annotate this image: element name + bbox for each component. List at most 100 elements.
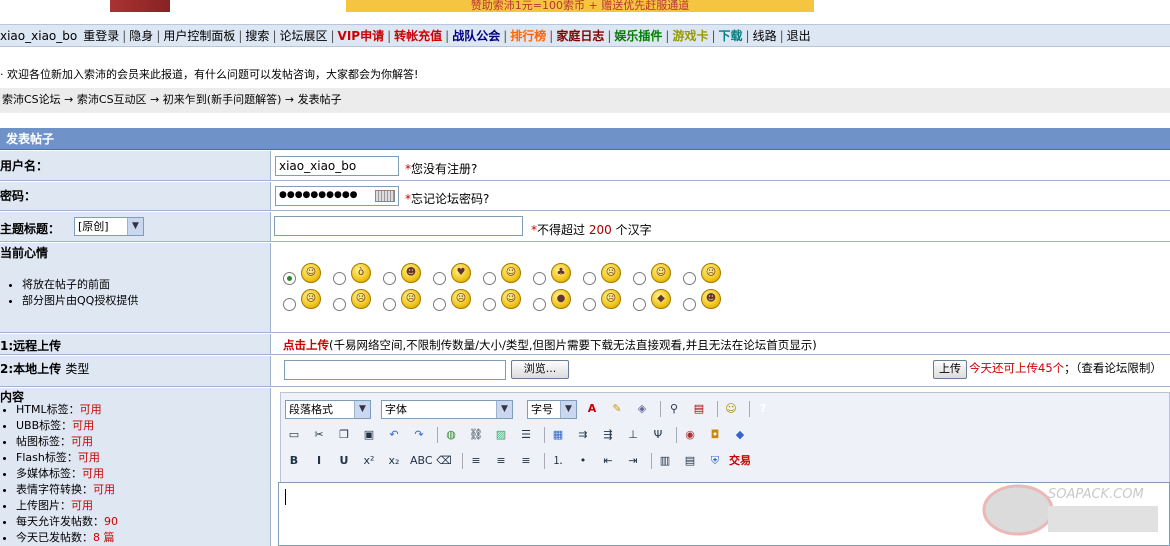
undo-icon[interactable]: ↶ [385, 426, 403, 444]
sponsor-ad-banner[interactable]: 赞助索沛1元=100索币 + 赠送优先赶服通道 [346, 0, 814, 12]
mood-radio[interactable] [483, 272, 496, 285]
align-center-icon[interactable]: ≡ [492, 452, 510, 470]
font-color-icon[interactable]: A [583, 400, 601, 418]
mood-radio[interactable] [633, 272, 646, 285]
subscript-icon[interactable]: x₂ [385, 452, 403, 470]
emoticon-icon[interactable]: ● [551, 289, 571, 309]
emoticon-icon[interactable]: ☹ [351, 289, 371, 309]
underline-icon[interactable]: U [335, 452, 353, 470]
find-icon[interactable]: ⚲ [665, 400, 683, 418]
username-input[interactable] [275, 156, 399, 176]
media-icon[interactable]: ◉ [681, 426, 699, 444]
nav-item[interactable]: xiao_xiao_bo [0, 29, 80, 43]
mood-radio[interactable] [683, 272, 696, 285]
nav-item[interactable]: 退出 [784, 27, 814, 44]
unordered-list-icon[interactable]: • [574, 452, 592, 470]
nav-item[interactable]: 用户控制面板 [160, 27, 238, 44]
clear-format-icon[interactable]: ◈ [633, 400, 651, 418]
file-path-input[interactable] [284, 360, 506, 380]
nav-item[interactable]: 游戏卡 [669, 27, 711, 44]
insert-rule-icon[interactable]: ☰ [517, 426, 535, 444]
font-size-select[interactable]: 字号 ▼ [527, 400, 577, 419]
outdent-icon[interactable]: ⇤ [599, 452, 617, 470]
paragraph-format-select[interactable]: 段落格式 ▼ [285, 400, 371, 419]
replace-icon[interactable]: ▤ [690, 400, 708, 418]
insert-link-icon[interactable]: ◍ [442, 426, 460, 444]
insert-column-icon[interactable]: ⇶ [599, 426, 617, 444]
eraser-icon[interactable]: ⌫ [435, 452, 453, 470]
unlink-icon[interactable]: ⛓ [467, 426, 485, 444]
strikethrough-icon[interactable]: ABC [410, 452, 433, 470]
insert-image-icon[interactable]: ▨ [492, 426, 510, 444]
superscript-icon[interactable]: x² [360, 452, 378, 470]
indent-icon[interactable]: ⇥ [624, 452, 642, 470]
nav-item[interactable]: 家庭日志 [553, 27, 607, 44]
mood-radio[interactable] [533, 298, 546, 311]
bold-icon[interactable]: B [285, 452, 303, 470]
paste-icon[interactable]: ▣ [360, 426, 378, 444]
nav-item[interactable]: 排行榜 [507, 27, 549, 44]
keyboard-icon[interactable] [375, 190, 395, 202]
nav-item[interactable]: 重登录 [80, 27, 122, 44]
font-family-select[interactable]: 字体 ▼ [381, 400, 513, 419]
nav-item[interactable]: 娱乐插件 [611, 27, 665, 44]
insert-table-icon[interactable]: ▦ [549, 426, 567, 444]
emoticon-icon[interactable]: ♥ [451, 263, 471, 283]
nav-item[interactable]: 转帐充值 [391, 27, 445, 44]
username-hint[interactable]: *您没有注册? [405, 160, 477, 177]
page-break-icon[interactable]: ▥ [656, 452, 674, 470]
mood-radio[interactable] [583, 272, 596, 285]
mood-radio[interactable] [633, 298, 646, 311]
nav-item[interactable]: VIP申请 [335, 27, 388, 44]
help-icon[interactable]: ? [754, 400, 772, 418]
nav-item[interactable]: 下载 [716, 27, 746, 44]
redo-icon[interactable]: ↷ [410, 426, 428, 444]
mood-radio[interactable] [283, 298, 296, 311]
mood-radio[interactable] [383, 298, 396, 311]
nav-item[interactable]: 搜索 [242, 27, 272, 44]
trade-icon[interactable]: ⛨ [706, 452, 724, 470]
emoticon-icon[interactable]: ☹ [601, 289, 621, 309]
insert-row-icon[interactable]: ⇉ [574, 426, 592, 444]
merge-cell-icon[interactable]: Ψ [649, 426, 667, 444]
emoticon-icon[interactable]: ò [351, 263, 371, 283]
emoticon-icon[interactable]: ☺ [301, 263, 321, 283]
remote-upload-link[interactable]: 点击上传 [283, 338, 329, 352]
nav-item[interactable]: 线路 [750, 27, 780, 44]
quote-icon[interactable]: ◆ [731, 426, 749, 444]
mood-radio[interactable] [433, 298, 446, 311]
nav-item[interactable]: 论坛展区 [276, 27, 330, 44]
cut-icon[interactable]: ✂ [310, 426, 328, 444]
mood-radio[interactable] [583, 298, 596, 311]
italic-icon[interactable]: I [310, 452, 328, 470]
emoticon-icon[interactable]: ☹ [601, 263, 621, 283]
mood-radio[interactable] [433, 272, 446, 285]
emoticon-icon[interactable]: ☺ [501, 263, 521, 283]
emoticon-icon[interactable]: ☻ [701, 289, 721, 309]
breadcrumb-section[interactable]: → 索沛CS互动区 [64, 93, 146, 106]
nav-item[interactable]: 隐身 [126, 27, 156, 44]
emoticon-icon[interactable]: ☻ [401, 263, 421, 283]
mood-radio[interactable] [383, 272, 396, 285]
emoticon-icon[interactable]: ☹ [451, 289, 471, 309]
trade-button[interactable]: 交易 [725, 452, 755, 470]
ordered-list-icon[interactable]: ⒈ [549, 452, 567, 470]
breadcrumb-board[interactable]: → 初来乍到(新手问题解答) [150, 93, 281, 106]
mood-radio[interactable] [333, 298, 346, 311]
breadcrumb-forum[interactable]: 索沛CS论坛 [2, 93, 61, 106]
emoticon-icon[interactable]: ☺ [501, 289, 521, 309]
password-hint[interactable]: *忘记论坛密码? [405, 190, 489, 207]
split-cell-icon[interactable]: ⊥ [624, 426, 642, 444]
emoticon-icon[interactable]: ☹ [301, 289, 321, 309]
emoticon-icon[interactable]: ◆ [651, 289, 671, 309]
emoticon-icon[interactable]: ☺ [651, 263, 671, 283]
flash-icon[interactable]: ◘ [706, 426, 724, 444]
copy-icon[interactable]: ❐ [335, 426, 353, 444]
mood-radio[interactable] [483, 298, 496, 311]
emoticon-icon[interactable]: ♣ [551, 263, 571, 283]
template-icon[interactable]: ▤ [681, 452, 699, 470]
emoticon-icon[interactable]: ☹ [401, 289, 421, 309]
subject-input[interactable] [274, 216, 523, 236]
source-mode-icon[interactable]: ▭ [285, 426, 303, 444]
align-left-icon[interactable]: ≡ [467, 452, 485, 470]
